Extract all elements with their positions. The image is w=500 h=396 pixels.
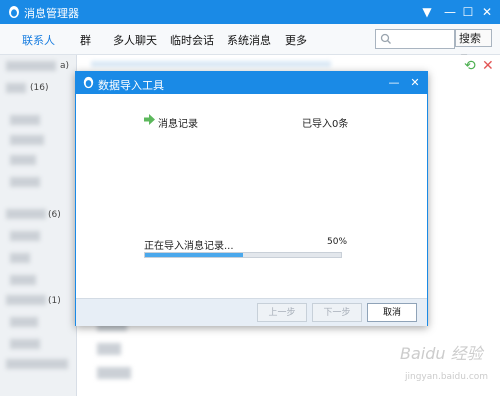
progress-bar (144, 252, 342, 258)
search-button-label: 搜索 (459, 32, 481, 45)
contact-count: (1) (48, 296, 61, 306)
contact-item-blurred[interactable] (10, 115, 40, 125)
message-row-blurred (91, 61, 331, 67)
refresh-icon[interactable]: ⟲ (464, 58, 476, 74)
penguin-logo-icon (83, 76, 94, 89)
dialog-title: 数据导入工具 (98, 79, 164, 92)
next-step-button[interactable]: 下一步 (312, 303, 362, 322)
contact-item-blurred[interactable] (6, 359, 68, 369)
contact-item-blurred[interactable] (6, 295, 46, 305)
progress-percent: 50% (327, 237, 348, 247)
tab-contacts[interactable]: 联系人 (22, 32, 55, 48)
import-item-status: 已导入0条 (302, 119, 349, 130)
maximize-button[interactable]: ☐ (459, 3, 477, 21)
minimize-button[interactable]: — (441, 3, 459, 21)
contact-item-blurred[interactable] (10, 339, 40, 349)
message-row-blurred (97, 343, 121, 355)
data-import-dialog: 数据导入工具 — ✕ 消息记录 已导入0条 正在导入消息记录... 50% 上一… (75, 71, 428, 326)
cancel-button[interactable]: 取消 (367, 303, 417, 322)
tab-groups[interactable]: 群 (80, 32, 91, 48)
watermark-logo: Baidu 经验 (400, 344, 483, 363)
title-bar[interactable]: 消息管理器 ▼ — ☐ ✕ (0, 0, 500, 24)
tab-system-messages[interactable]: 系统消息 (227, 32, 271, 48)
contact-item-blurred[interactable] (10, 253, 30, 263)
dialog-close-button[interactable]: ✕ (407, 74, 423, 92)
contact-item-blurred[interactable] (10, 231, 40, 241)
close-button[interactable]: ✕ (478, 3, 496, 21)
watermark-url: jingyan.baidu.com (405, 372, 489, 382)
search-button[interactable]: 搜索 ▼ (455, 29, 492, 62)
contact-item-blurred[interactable] (10, 317, 38, 327)
import-item-label: 消息记录 (158, 119, 198, 130)
message-manager-window: 消息管理器 ▼ — ☐ ✕ 联系人 群 多人聊天 临时会话 系统消息 更多 搜索… (0, 0, 500, 396)
menu-dropdown-button[interactable]: ▼ (418, 3, 436, 21)
penguin-logo-icon (9, 6, 19, 18)
contact-item-blurred[interactable] (6, 61, 56, 71)
progress-label: 正在导入消息记录... (144, 241, 234, 252)
contact-item-blurred[interactable] (10, 177, 40, 187)
contact-item-blurred[interactable] (10, 155, 36, 165)
dialog-title-bar[interactable]: 数据导入工具 — ✕ (76, 72, 427, 94)
contact-item-blurred[interactable] (6, 83, 26, 93)
dialog-footer: 上一步 下一步 取消 (76, 298, 427, 326)
tab-more[interactable]: 更多 (285, 32, 307, 48)
dialog-minimize-button[interactable]: — (386, 74, 402, 92)
contact-item-blurred[interactable] (6, 209, 46, 219)
window-title: 消息管理器 (24, 7, 79, 20)
progress-fill (145, 253, 243, 257)
search-icon (380, 33, 391, 44)
message-row-blurred (97, 367, 131, 379)
contact-count: (16) (30, 83, 49, 93)
contact-count: a) (60, 61, 70, 71)
tab-multi-chat[interactable]: 多人聊天 (113, 32, 157, 48)
contact-item-blurred[interactable] (10, 275, 36, 285)
prev-step-button[interactable]: 上一步 (257, 303, 307, 322)
contact-sidebar: a) (16) (6) (1) (0, 55, 77, 396)
tab-temp-sessions[interactable]: 临时会话 (170, 32, 214, 48)
contact-count: (6) (48, 210, 61, 220)
search-input[interactable] (375, 29, 455, 49)
close-icon[interactable]: ✕ (482, 58, 494, 74)
contact-item-blurred[interactable] (10, 135, 44, 145)
arrow-right-icon (144, 114, 155, 125)
